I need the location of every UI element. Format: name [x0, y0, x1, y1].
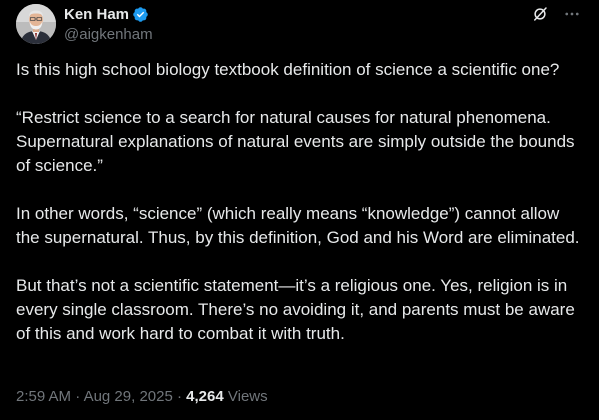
verified-badge-icon: [132, 6, 149, 23]
grok-icon[interactable]: [531, 5, 549, 28]
tweet-paragraph: But that’s not a scientific statement—it…: [16, 276, 575, 343]
name-row: Ken Ham: [64, 5, 153, 24]
views-label: Views: [227, 388, 268, 405]
tweet-paragraph: In other words, “science” (which really …: [16, 204, 580, 247]
author-handle[interactable]: @aigkenham: [64, 25, 153, 44]
avatar[interactable]: [16, 4, 56, 44]
author-block: Ken Ham @aigkenham: [64, 5, 153, 44]
avatar-image: [16, 4, 56, 44]
author-display-name[interactable]: Ken Ham: [64, 5, 129, 24]
tweet: Ken Ham @aigkenham Is this high school b…: [0, 0, 599, 420]
meta-separator: ·: [176, 388, 182, 405]
meta-separator: ·: [75, 388, 81, 405]
top-actions: [531, 5, 581, 28]
tweet-timestamp[interactable]: 2:59 AM · Aug 29, 2025: [16, 388, 173, 405]
tweet-date: Aug 29, 2025: [83, 388, 173, 405]
views-count: 4,264: [186, 388, 224, 405]
tweet-paragraph: Is this high school biology textbook def…: [16, 60, 560, 79]
tweet-meta: 2:59 AM · Aug 29, 2025 · 4,264 Views: [16, 387, 268, 407]
tweet-paragraph: “Restrict science to a search for natura…: [16, 108, 575, 175]
tweet-text: Is this high school biology textbook def…: [16, 58, 586, 346]
more-icon[interactable]: [563, 5, 581, 28]
tweet-time: 2:59 AM: [16, 388, 72, 405]
